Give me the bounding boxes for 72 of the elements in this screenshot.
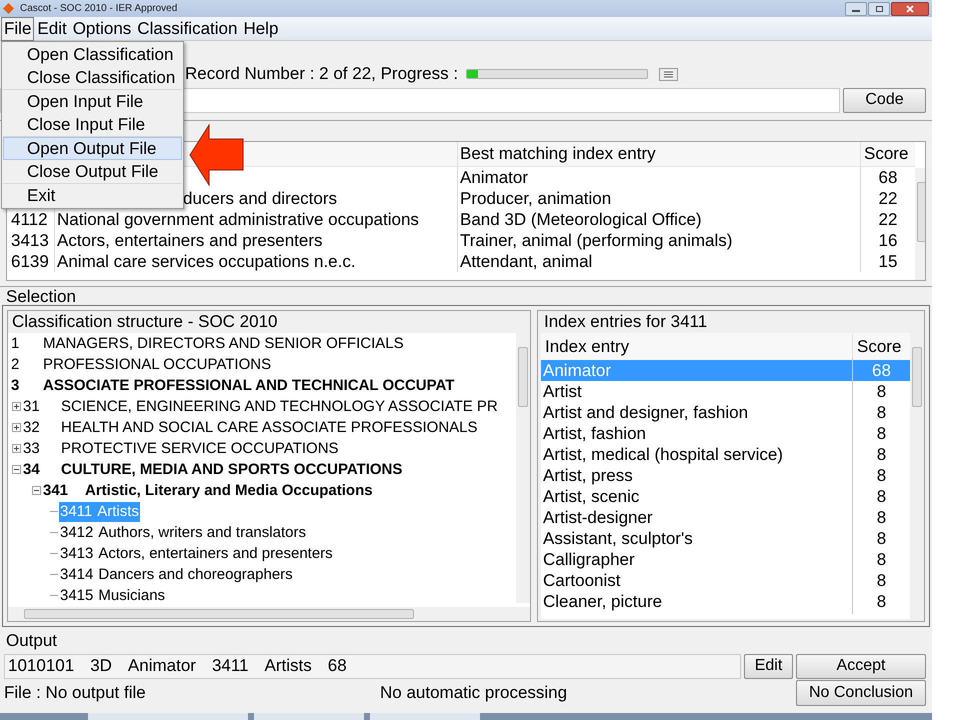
status-text: No automatic processing (380, 682, 568, 704)
table-cell-text: 22 (878, 188, 898, 210)
collapse-icon[interactable] (12, 465, 21, 474)
output-label: Output (6, 630, 58, 652)
menu-entry[interactable]: Close Output File (3, 160, 182, 183)
app-logo-icon (3, 3, 14, 14)
menu-entry[interactable]: Close Input File (3, 113, 182, 136)
panel-title: Classification structure - SOC 2010 (12, 311, 278, 334)
table-cell-text: Actors, entertainers and presenters (57, 230, 323, 252)
table-cell-text: 6139 (11, 250, 49, 273)
scrollbar[interactable] (516, 333, 530, 603)
table-cell-text: Animator (460, 166, 528, 189)
column-header[interactable]: Score (860, 142, 915, 167)
menu-item[interactable]: File (1, 16, 34, 40)
tree-item[interactable]: 33 PROTECTIVE SERVICE OCCUPATIONS (22, 438, 340, 458)
restore-button[interactable] (868, 2, 890, 16)
status-text: File : No output file (4, 682, 147, 704)
edit-button[interactable]: Edit (744, 654, 793, 678)
menu-item[interactable]: Help (240, 16, 282, 40)
tree-item[interactable]: 3414 Dancers and choreographers (59, 564, 294, 584)
table-cell-text: 15 (878, 250, 898, 273)
menu-entry[interactable]: Open Classification (3, 43, 182, 66)
menu-item[interactable]: Options (70, 16, 134, 40)
list-icon (664, 70, 674, 78)
menu-entry[interactable]: Open Output File (3, 137, 182, 160)
menu-item[interactable]: Classification (134, 16, 240, 40)
table-cell-text: 16 (878, 230, 898, 252)
close-button[interactable] (891, 2, 929, 16)
tree-item[interactable]: 2 PROFESSIONAL OCCUPATIONS (10, 354, 272, 374)
expand-icon[interactable] (12, 444, 21, 453)
scrollbar[interactable] (915, 168, 925, 280)
table-cell-text: ducers and directors (183, 188, 338, 210)
table-cell-text: National government administrative occupations (57, 208, 419, 231)
tree-item[interactable]: 32 HEALTH AND SOCIAL CARE ASSOCIATE PROFESSIONALS (22, 418, 478, 438)
tree-item[interactable]: 3412 Authors, writers and translators (59, 522, 307, 542)
menu-entry[interactable]: Open Input File (3, 90, 182, 113)
tree-item[interactable]: 3413 Actors, entertainers and presenters (59, 544, 334, 564)
accept-button[interactable]: Accept (796, 654, 926, 678)
expand-icon[interactable] (12, 402, 21, 411)
list-view-button[interactable] (659, 68, 678, 80)
table-cell-text: 22 (878, 208, 898, 231)
collapse-icon[interactable] (32, 486, 41, 495)
output-field: 1010101 3D Animator 3411 Artists 68 (4, 654, 741, 678)
tree-item[interactable]: 1 MANAGERS, DIRECTORS AND SENIOR OFFICIALS (10, 334, 405, 354)
column-header[interactable]: Best matching index entry (457, 142, 860, 167)
table-cell-text: 3413 (11, 230, 49, 252)
code-button[interactable]: Code (843, 88, 926, 112)
pointing-arrow (189, 124, 245, 186)
table-cell-text: 68 (878, 166, 898, 189)
no-conclusion-button[interactable]: No Conclusion (796, 680, 926, 706)
tree-item[interactable]: 34 CULTURE, MEDIA AND SPORTS OCCUPATIONS (22, 460, 404, 480)
table-cell-text: Animal care services occupations n.e.c. (57, 250, 356, 273)
window-title: Cascot - SOC 2010 - IER Approved (20, 2, 178, 16)
menu-entry[interactable]: Exit (3, 184, 182, 207)
record-label: Record Number : 2 of 22, Progress : (185, 63, 458, 86)
table-cell-text: 4112 (11, 208, 48, 231)
tree-item[interactable]: 3415 Musicians (59, 586, 166, 606)
menu-item[interactable]: Edit (34, 16, 70, 40)
panel-title: Index entries for 3411 (544, 311, 708, 334)
table-cell-text: Trainer, animal (performing animals) (460, 230, 732, 252)
table-cell-text: Attendant, animal (460, 250, 592, 273)
group-label: Selection (6, 287, 76, 306)
close-icon (906, 4, 914, 12)
expand-icon[interactable] (12, 423, 21, 432)
tree-item[interactable]: 3 ASSOCIATE PROFESSIONAL AND TECHNICAL OCCUPAT (10, 376, 456, 396)
table-cell-text: Band 3D (Meteorological Office) (460, 208, 702, 231)
tree-item[interactable]: 31 SCIENCE, ENGINEERING AND TECHNOLOGY ASSOCIATE PR (22, 396, 499, 416)
column-header[interactable]: Index entry (541, 334, 852, 360)
table-cell-text: Producer, animation (460, 188, 612, 210)
minimize-button[interactable] (845, 2, 867, 16)
tree-item[interactable]: 341 Artistic, Literary and Media Occupations (42, 480, 374, 500)
menu-entry[interactable]: Close Classification (3, 66, 182, 89)
